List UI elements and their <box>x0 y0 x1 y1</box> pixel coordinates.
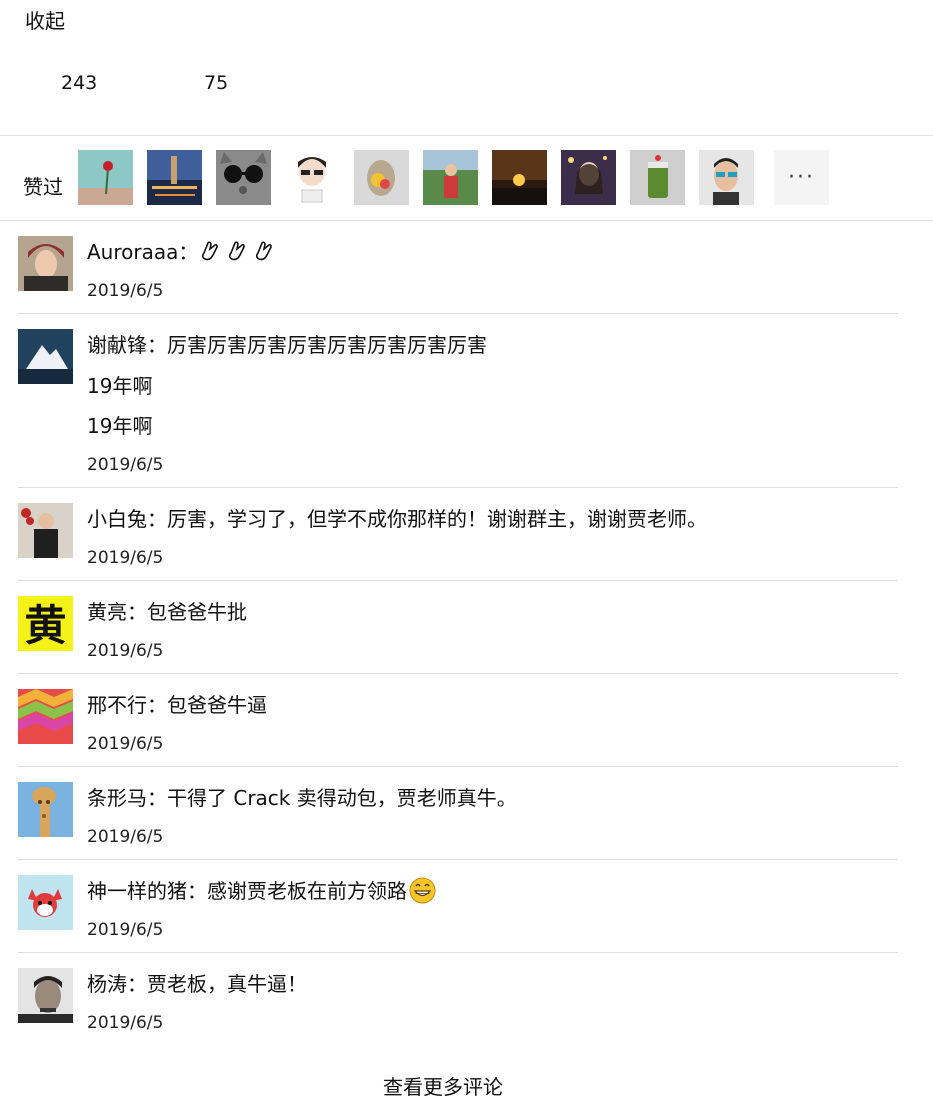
collapse-button[interactable]: 收起 <box>25 5 65 34</box>
divider <box>0 220 933 221</box>
separator: ： <box>147 693 167 717</box>
comment-extra-line: 19年啊 <box>87 414 153 438</box>
clap-icon <box>252 240 279 264</box>
comment-author: 邢不行 <box>87 693 147 717</box>
like-avatar-rose[interactable] <box>78 150 133 205</box>
like-avatar-woman-lights[interactable] <box>561 150 616 205</box>
like-avatar-statue-flowers[interactable] <box>354 150 409 205</box>
divider <box>18 859 898 860</box>
separator: ： <box>127 600 147 624</box>
comment-text: Auroraaa： <box>87 236 279 265</box>
comment-author: 杨涛 <box>87 972 127 996</box>
comment-body: 干得了 Crack 卖得动包，贾老师真牛。 <box>167 786 517 810</box>
comment-avatar[interactable] <box>18 236 73 291</box>
comment-body: 厉害，学习了，但学不成你那样的！谢谢群主，谢谢贾老师。 <box>167 507 707 531</box>
like-avatar-man-garden[interactable] <box>423 150 478 205</box>
comment-body: 感谢贾老板在前方领路 <box>207 879 407 903</box>
comment-date: 2019/6/5 <box>87 920 164 940</box>
comment-avatar[interactable] <box>18 782 73 837</box>
comment-body: 贾老板，真牛逼！ <box>147 972 307 996</box>
avatar-badge-char: 黄 <box>24 601 66 650</box>
comment-avatar[interactable] <box>18 875 73 930</box>
separator: ： <box>187 879 207 903</box>
divider <box>18 580 898 581</box>
comment-date: 2019/6/5 <box>87 281 164 301</box>
comment-text: 小白兔：厉害，学习了，但学不成你那样的！谢谢群主，谢谢贾老师。 <box>87 503 707 532</box>
like-avatar-cartoon-boy[interactable] <box>285 150 340 205</box>
comment-avatar[interactable] <box>18 503 73 558</box>
divider <box>18 487 898 488</box>
comment-avatar[interactable] <box>18 689 73 744</box>
comment-author: Auroraaa <box>87 240 179 264</box>
comment-date: 2019/6/5 <box>87 455 164 475</box>
comment-text: 神一样的猪：感谢贾老板在前方领路 <box>87 875 436 904</box>
stat-count-b: 75 <box>204 72 229 94</box>
comment-text: 条形马：干得了 Crack 卖得动包，贾老师真牛。 <box>87 782 517 811</box>
divider <box>18 766 898 767</box>
like-avatar-cat-sunglasses[interactable] <box>216 150 271 205</box>
separator: ： <box>178 240 199 264</box>
stat-count-a: 243 <box>61 72 98 94</box>
comment-author: 谢献锋 <box>87 333 147 357</box>
comment-author: 小白兔 <box>87 507 147 531</box>
comment-date: 2019/6/5 <box>87 734 164 754</box>
comment-avatar[interactable]: 黄 <box>18 596 73 651</box>
like-avatar-sunset[interactable] <box>492 150 547 205</box>
grin-icon <box>407 877 436 904</box>
comment-author: 条形马 <box>87 786 147 810</box>
separator: ： <box>147 507 167 531</box>
comment-body: 厉害厉害厉害厉害厉害厉害厉害厉害 <box>167 333 487 357</box>
separator: ： <box>147 333 167 357</box>
clap-icon <box>225 240 252 264</box>
like-avatar-city-night[interactable] <box>147 150 202 205</box>
comment-avatar[interactable] <box>18 329 73 384</box>
separator: ： <box>147 786 167 810</box>
comment-avatar[interactable] <box>18 968 73 1023</box>
divider <box>18 673 898 674</box>
comment-body: 包爸爸牛逼 <box>167 693 267 717</box>
comment-text: 邢不行：包爸爸牛逼 <box>87 689 267 718</box>
separator: ： <box>127 972 147 996</box>
like-avatar-green-drink[interactable] <box>630 150 685 205</box>
comment-date: 2019/6/5 <box>87 641 164 661</box>
comment-extra-line: 19年啊 <box>87 374 153 398</box>
comment-date: 2019/6/5 <box>87 1013 164 1033</box>
like-avatar-man-sunglasses[interactable] <box>699 150 754 205</box>
comment-text: 谢献锋：厉害厉害厉害厉害厉害厉害厉害厉害 <box>87 329 487 358</box>
more-likes-button[interactable]: ··· <box>774 150 829 205</box>
comment-date: 2019/6/5 <box>87 827 164 847</box>
comment-author: 黄亮 <box>87 600 127 624</box>
comment-text: 杨涛：贾老板，真牛逼！ <box>87 968 307 997</box>
comment-body: 包爸爸牛批 <box>147 600 247 624</box>
comment-text: 黄亮：包爸爸牛批 <box>87 596 247 625</box>
comment-author: 神一样的猪 <box>87 879 187 903</box>
divider <box>18 952 898 953</box>
view-more-comments-button[interactable]: 查看更多评论 <box>0 1071 886 1100</box>
divider <box>18 313 898 314</box>
clap-icon <box>198 240 225 264</box>
likes-label: 赞过 <box>23 175 63 199</box>
comment-date: 2019/6/5 <box>87 548 164 568</box>
divider <box>0 135 933 136</box>
